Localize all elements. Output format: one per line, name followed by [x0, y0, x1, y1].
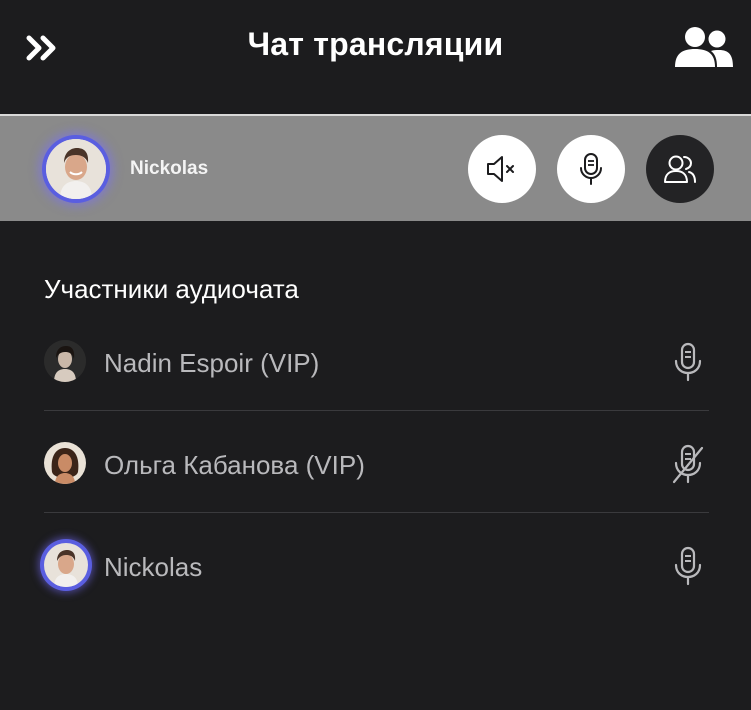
- list-item[interactable]: Ольга Кабанова (VIP): [40, 413, 710, 513]
- participant-name: Nickolas: [104, 552, 203, 582]
- users-button[interactable]: [671, 22, 737, 72]
- users-icon: [675, 27, 733, 67]
- current-user-bar: [0, 116, 751, 221]
- page-title: Чат трансляции: [247, 26, 504, 62]
- user-photo-icon: [46, 139, 106, 199]
- participant-mic-button[interactable]: [668, 544, 708, 588]
- microphone-icon: [674, 546, 702, 586]
- mute-speaker-button[interactable]: [468, 135, 536, 203]
- avatar: [40, 539, 92, 591]
- list-divider: [44, 512, 709, 513]
- participants-button[interactable]: [646, 135, 714, 203]
- current-user-name: Nickolas: [130, 158, 209, 179]
- microphone-icon: [674, 342, 702, 382]
- list-item[interactable]: Nickolas: [40, 515, 710, 615]
- speaker-mute-icon: [487, 156, 514, 182]
- participant-mic-button[interactable]: [668, 442, 708, 486]
- user-photo-icon: [44, 340, 86, 382]
- avatar: [44, 442, 86, 484]
- participant-name: Nadin Espoir (VIP): [104, 348, 320, 378]
- chat-header: Чат трансляции: [0, 0, 751, 115]
- list-divider: [44, 410, 709, 411]
- participants-icon: [664, 155, 696, 183]
- participants-title: Участники аудиочата: [44, 274, 299, 304]
- avatar: [44, 340, 86, 382]
- user-photo-icon: [44, 442, 86, 484]
- avatar[interactable]: [42, 135, 110, 203]
- list-item[interactable]: Nadin Espoir (VIP): [40, 311, 710, 411]
- microphone-off-icon: [672, 444, 704, 484]
- microphone-icon: [580, 153, 602, 185]
- user-photo-icon: [44, 543, 88, 587]
- participant-name: Ольга Кабанова (VIP): [104, 450, 365, 480]
- microphone-button[interactable]: [557, 135, 625, 203]
- participant-mic-button[interactable]: [668, 340, 708, 384]
